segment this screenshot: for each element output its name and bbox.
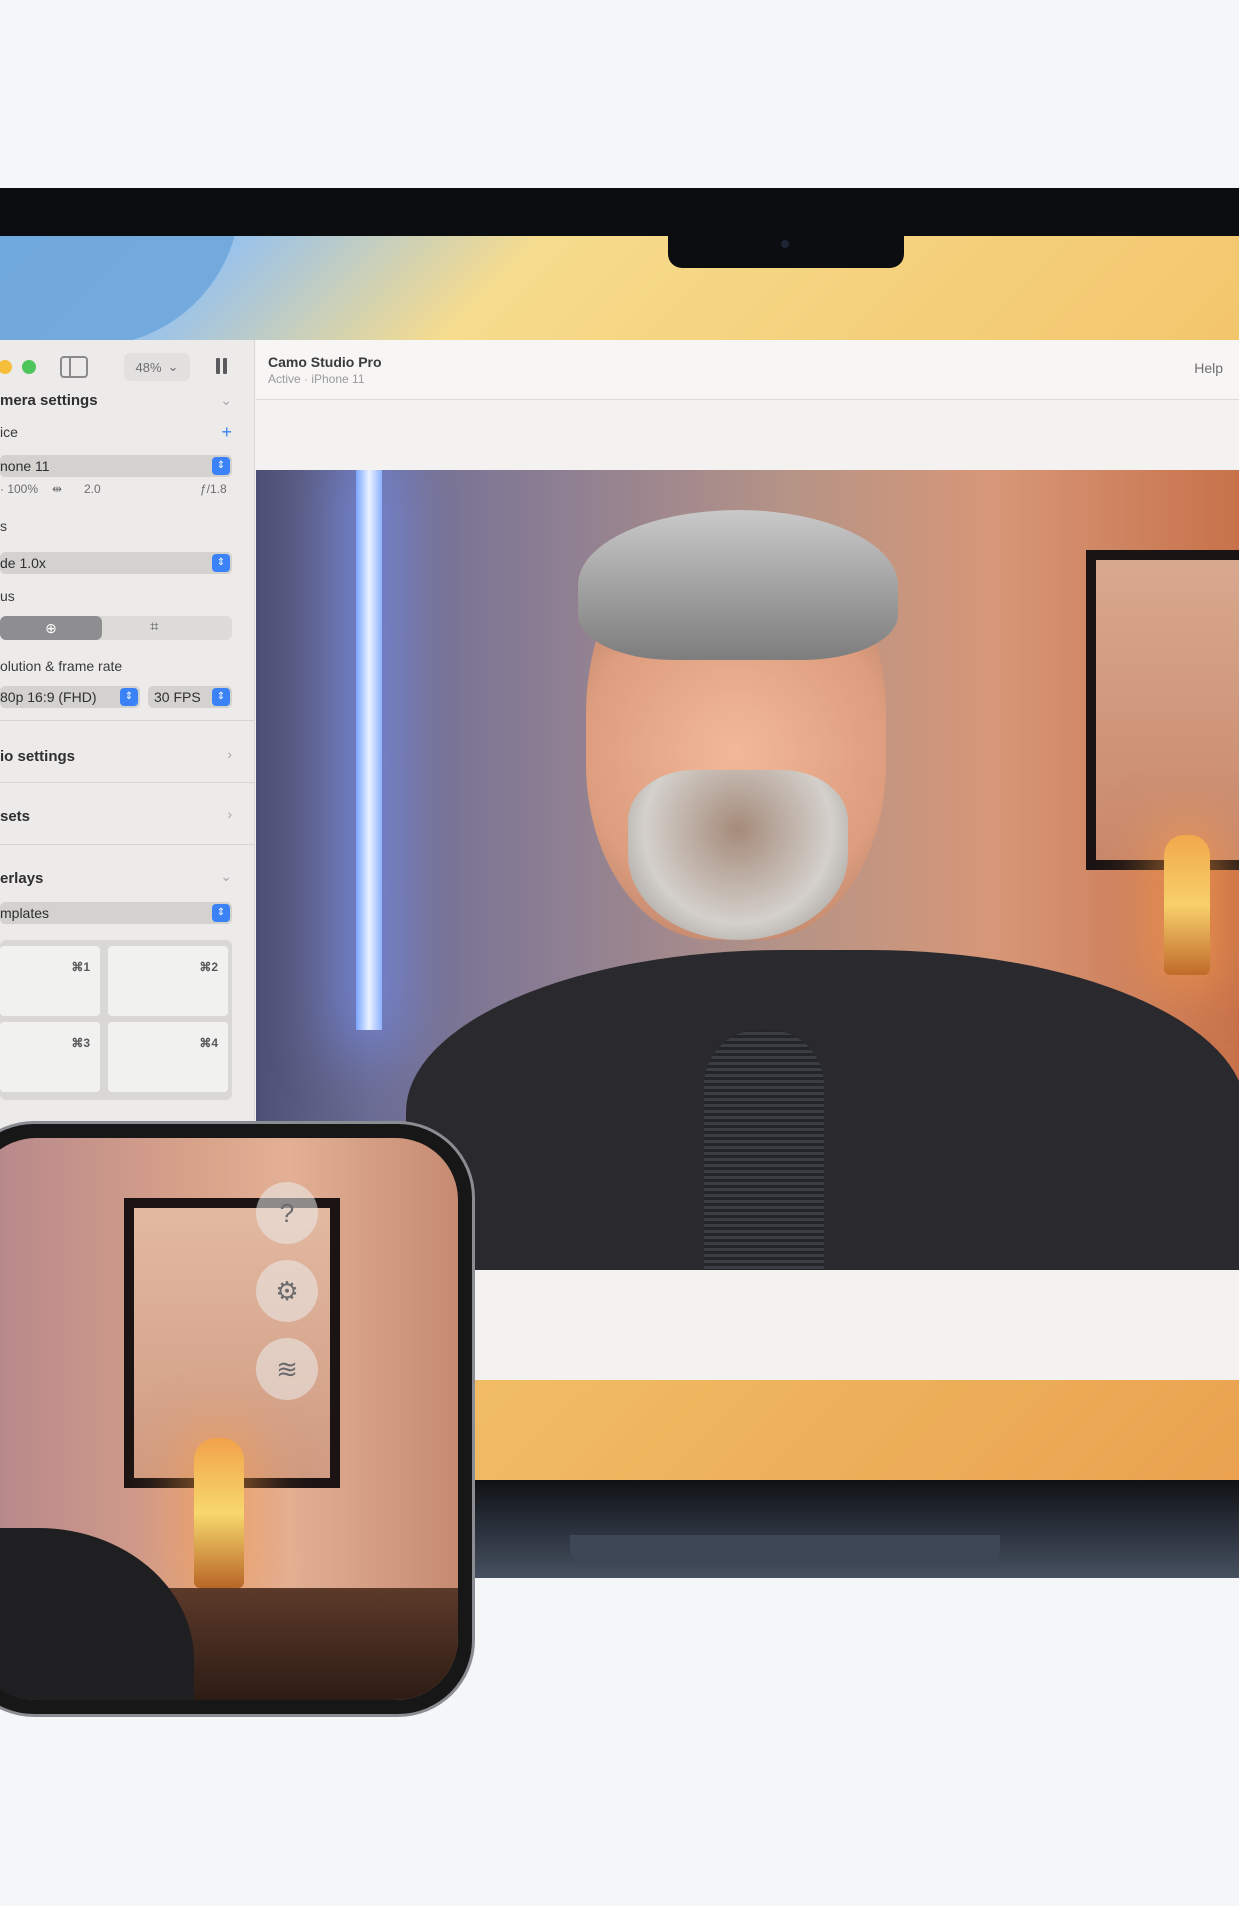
zoom-window-button[interactable]: [22, 360, 36, 374]
chevron-right-icon[interactable]: ›: [227, 806, 232, 822]
updown-icon: ⇕: [212, 457, 230, 475]
templates-select-value: mplates: [0, 905, 50, 921]
framed-certificate: [1086, 550, 1239, 870]
wallpaper-swoosh: [0, 236, 240, 346]
sidebar-toggle-icon[interactable]: [60, 356, 88, 378]
usb-version: 2.0: [84, 482, 101, 496]
lens-select[interactable]: de 1.0x ⇕: [0, 552, 232, 574]
chevron-down-icon: ⌄: [167, 359, 179, 374]
usb-icon: ⇹: [52, 482, 63, 496]
overlay-template-4[interactable]: ⌘4: [108, 1022, 228, 1092]
fps-select-value: 30 FPS: [154, 689, 201, 705]
camera-notch: [668, 236, 904, 268]
resolution-select-value: 80p 16:9 (FHD): [0, 689, 97, 705]
focus-label: us: [0, 588, 15, 604]
device-select-value: none 11: [0, 458, 50, 474]
overlay-template-3[interactable]: ⌘3: [0, 1022, 100, 1092]
resolution-label: olution & frame rate: [0, 658, 123, 674]
shortcut-label: ⌘1: [71, 960, 90, 974]
iphone-screen: ? ⚙ ≋: [0, 1138, 458, 1700]
shortcut-label: ⌘4: [199, 1036, 218, 1050]
shortcut-label: ⌘3: [71, 1036, 90, 1050]
neon-light-bar: [356, 470, 382, 1030]
lens-select-value: de 1.0x: [0, 555, 46, 571]
overlay-templates-grid: ⌘1 ⌘2 ⌘3 ⌘4: [0, 940, 232, 1100]
person-hair: [578, 510, 898, 660]
pause-icon[interactable]: [214, 358, 230, 376]
overlay-template-2[interactable]: ⌘2: [108, 946, 228, 1016]
divider: [0, 782, 254, 783]
chevron-right-icon[interactable]: ›: [227, 746, 232, 762]
person-beard: [628, 770, 848, 940]
presets-header[interactable]: sets: [0, 808, 30, 825]
divider: [0, 720, 254, 721]
focus-auto-icon[interactable]: ⊕: [0, 616, 102, 640]
resolution-select[interactable]: 80p 16:9 (FHD) ⇕: [0, 686, 140, 708]
camera-settings-header[interactable]: mera settings: [0, 392, 98, 409]
sidebar-toolbar: 48% ⌄: [0, 340, 254, 392]
updown-icon: ⇕: [212, 688, 230, 706]
app-status: Active · iPhone 11: [268, 372, 365, 386]
audio-settings-header[interactable]: io settings: [0, 748, 75, 765]
app-title: Camo Studio Pro: [268, 354, 382, 370]
updown-icon: ⇕: [212, 904, 230, 922]
divider: [0, 844, 254, 845]
person-shoulder: [0, 1528, 194, 1700]
updown-icon: ⇕: [212, 554, 230, 572]
minimize-button[interactable]: [0, 360, 12, 374]
window-titlebar: Camo Studio Pro Active · iPhone 11 Help: [256, 340, 1239, 400]
device-label: ice: [0, 424, 18, 440]
laptop-top-bezel: [0, 188, 1239, 236]
iphone: ? ⚙ ≋: [0, 1124, 472, 1714]
focus-face-icon[interactable]: ⌗: [150, 618, 158, 635]
updown-icon: ⇕: [120, 688, 138, 706]
overlays-header[interactable]: erlays: [0, 870, 43, 887]
chevron-down-icon[interactable]: ⌄: [220, 392, 232, 409]
zoom-value: 48%: [135, 359, 162, 375]
fps-select[interactable]: 30 FPS ⇕: [148, 686, 232, 708]
overlay-template-1[interactable]: ⌘1: [0, 946, 100, 1016]
device-meta-row: · 100% ⇹ 2.0 ƒ/1.8: [0, 482, 240, 496]
device-select[interactable]: none 11 ⇕: [0, 455, 232, 477]
wifi-icon[interactable]: ≋: [256, 1338, 318, 1400]
battery-level: · 100%: [0, 482, 39, 496]
zoom-dropdown[interactable]: 48% ⌄: [124, 353, 190, 381]
lava-lamp: [194, 1438, 244, 1588]
help-icon[interactable]: ?: [256, 1182, 318, 1244]
add-icon[interactable]: +: [221, 422, 232, 443]
chevron-down-icon[interactable]: ⌄: [220, 868, 232, 885]
aperture-value: ƒ/1.8: [200, 482, 227, 496]
help-button[interactable]: Help: [1194, 360, 1223, 376]
shortcut-label: ⌘2: [199, 960, 218, 974]
focus-mode-segmented-control[interactable]: ⊕ ⌗: [0, 616, 232, 640]
lava-lamp: [1164, 835, 1210, 975]
laptop-base-lip: [570, 1535, 1000, 1565]
templates-select[interactable]: mplates ⇕: [0, 902, 232, 924]
webcam-dot: [781, 240, 789, 248]
lens-label: s: [0, 518, 7, 534]
settings-gear-icon[interactable]: ⚙: [256, 1260, 318, 1322]
microphone: [704, 1030, 824, 1270]
